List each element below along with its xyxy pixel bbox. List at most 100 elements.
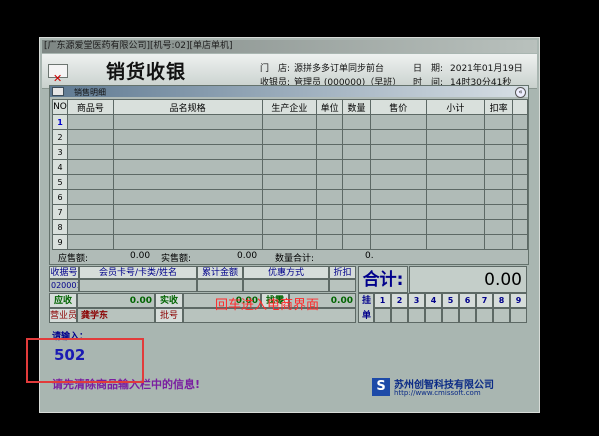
table-cell[interactable] — [484, 234, 513, 250]
hang-slot-cell[interactable] — [374, 308, 391, 323]
table-cell[interactable] — [369, 159, 427, 175]
table-cell[interactable] — [369, 114, 427, 130]
table-cell[interactable] — [425, 174, 486, 190]
table-cell[interactable] — [425, 144, 486, 160]
table-cell[interactable] — [316, 204, 344, 220]
table-cell[interactable] — [425, 219, 486, 235]
member-field[interactable] — [79, 279, 197, 292]
table-cell[interactable] — [316, 159, 344, 175]
hang-slot-button[interactable]: 6 — [459, 293, 476, 308]
table-row[interactable]: 5 — [52, 174, 528, 190]
table-cell[interactable] — [261, 204, 318, 220]
hang-slot-cell[interactable] — [476, 308, 493, 323]
hang-slot-cell[interactable] — [442, 308, 459, 323]
table-row[interactable]: 4 — [52, 159, 528, 175]
discount-field[interactable] — [329, 279, 356, 292]
hang-slot-button[interactable]: 4 — [425, 293, 442, 308]
table-cell[interactable] — [66, 219, 114, 235]
table-row[interactable]: 2 — [52, 129, 528, 145]
hang-slot-cell[interactable] — [391, 308, 408, 323]
hang-slot-button[interactable]: 7 — [476, 293, 493, 308]
table-cell[interactable] — [316, 174, 344, 190]
table-cell[interactable] — [512, 144, 528, 160]
table-cell[interactable] — [112, 204, 263, 220]
table-cell[interactable] — [484, 204, 513, 220]
collapse-icon[interactable]: « — [515, 87, 526, 98]
table-cell[interactable] — [484, 174, 513, 190]
table-cell[interactable] — [112, 159, 263, 175]
table-cell[interactable] — [425, 159, 486, 175]
table-cell[interactable] — [66, 114, 114, 130]
table-cell[interactable] — [484, 144, 513, 160]
table-cell[interactable] — [112, 144, 263, 160]
table-cell[interactable] — [369, 204, 427, 220]
table-cell[interactable] — [512, 189, 528, 205]
table-cell[interactable] — [342, 114, 371, 130]
table-row[interactable]: 3 — [52, 144, 528, 160]
table-cell[interactable] — [261, 144, 318, 160]
hang-slot-button[interactable]: 5 — [442, 293, 459, 308]
table-cell[interactable] — [316, 219, 344, 235]
table-cell[interactable] — [512, 174, 528, 190]
table-row[interactable]: 7 — [52, 204, 528, 220]
table-cell[interactable] — [425, 204, 486, 220]
table-cell[interactable] — [261, 159, 318, 175]
table-cell[interactable] — [425, 189, 486, 205]
table-cell[interactable] — [261, 234, 318, 250]
table-cell[interactable] — [261, 219, 318, 235]
table-cell[interactable] — [316, 189, 344, 205]
table-row[interactable]: 8 — [52, 219, 528, 235]
table-cell[interactable] — [112, 174, 263, 190]
table-cell[interactable] — [512, 204, 528, 220]
table-cell[interactable] — [112, 114, 263, 130]
hang-slot-button[interactable]: 2 — [391, 293, 408, 308]
table-cell[interactable] — [425, 129, 486, 145]
hang-slot-button[interactable]: 1 — [374, 293, 391, 308]
table-cell[interactable] — [342, 219, 371, 235]
table-row[interactable]: 1 — [52, 114, 528, 130]
table-cell[interactable] — [512, 129, 528, 145]
table-cell[interactable] — [66, 189, 114, 205]
hang-slot-cell[interactable] — [510, 308, 527, 323]
table-row[interactable]: 9 — [52, 234, 528, 250]
hang-slot-cell[interactable] — [493, 308, 510, 323]
table-cell[interactable] — [316, 144, 344, 160]
table-cell[interactable] — [425, 234, 486, 250]
table-cell[interactable] — [512, 219, 528, 235]
table-cell[interactable] — [369, 144, 427, 160]
table-cell[interactable] — [484, 189, 513, 205]
table-cell[interactable] — [484, 219, 513, 235]
table-cell[interactable] — [512, 114, 528, 130]
table-cell[interactable] — [112, 234, 263, 250]
hang-slot-cell[interactable] — [425, 308, 442, 323]
table-cell[interactable] — [369, 129, 427, 145]
table-cell[interactable] — [369, 219, 427, 235]
table-row[interactable]: 6 — [52, 189, 528, 205]
table-cell[interactable] — [512, 159, 528, 175]
table-cell[interactable] — [66, 129, 114, 145]
table-cell[interactable] — [66, 144, 114, 160]
table-cell[interactable] — [66, 234, 114, 250]
hang-slot-button[interactable]: 3 — [408, 293, 425, 308]
table-cell[interactable] — [512, 234, 528, 250]
hang-slot-button[interactable]: 8 — [493, 293, 510, 308]
table-cell[interactable] — [342, 174, 371, 190]
table-cell[interactable] — [66, 204, 114, 220]
table-cell[interactable] — [369, 189, 427, 205]
table-cell[interactable] — [369, 174, 427, 190]
sales-detail-table[interactable]: NO 商品号 品名规格 生产企业 单位 数量 售价 小计 扣率 12345678… — [52, 99, 528, 250]
hang-slot-cell[interactable] — [408, 308, 425, 323]
table-cell[interactable] — [342, 234, 371, 250]
hang-slot-cell[interactable] — [459, 308, 476, 323]
table-cell[interactable] — [484, 114, 513, 130]
table-cell[interactable] — [112, 219, 263, 235]
table-cell[interactable] — [342, 159, 371, 175]
table-cell[interactable] — [484, 129, 513, 145]
table-cell[interactable] — [342, 204, 371, 220]
table-cell[interactable] — [342, 189, 371, 205]
table-cell[interactable] — [66, 159, 114, 175]
table-cell[interactable] — [261, 174, 318, 190]
discount-method-field[interactable] — [243, 279, 329, 292]
table-cell[interactable] — [261, 114, 318, 130]
table-cell[interactable] — [66, 174, 114, 190]
